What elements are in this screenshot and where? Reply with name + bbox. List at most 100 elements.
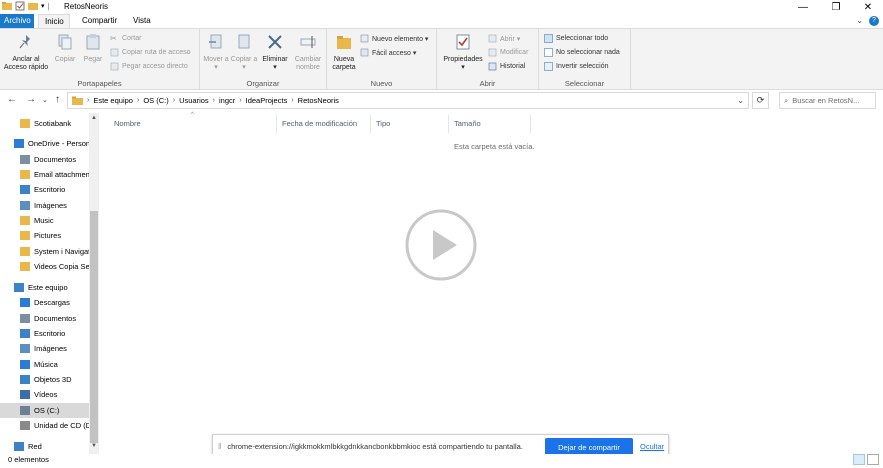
- customize-toolbar-icon[interactable]: ▾: [41, 2, 45, 10]
- delete-icon: [268, 35, 282, 49]
- organize-group-label: Organizar: [246, 79, 280, 88]
- column-header-name[interactable]: Nombre: [114, 119, 141, 128]
- paste-shortcut-icon: [110, 62, 119, 71]
- paste-shortcut-button[interactable]: Pegar acceso directo: [110, 62, 188, 71]
- address-dropdown-icon[interactable]: ⌄: [737, 96, 744, 105]
- up-icon[interactable]: ↑: [55, 94, 60, 105]
- delete-button[interactable]: Eliminar ▾: [260, 33, 290, 72]
- copy-to-button[interactable]: Copiar a ▾: [230, 33, 258, 72]
- copy-path-button[interactable]: Copiar ruta de acceso: [110, 48, 190, 57]
- sidebar-item[interactable]: Escritorio: [0, 326, 89, 341]
- sidebar-item[interactable]: Documentos: [0, 311, 89, 326]
- open-button[interactable]: Abrir ▾: [488, 34, 520, 43]
- sidebar-item[interactable]: Imágenes: [0, 341, 89, 356]
- paste-button[interactable]: Pegar: [80, 33, 106, 64]
- back-icon[interactable]: ←: [7, 94, 17, 105]
- breadcrumb-retosneoris[interactable]: RetosNeoris: [298, 96, 339, 105]
- column-header-type[interactable]: Tipo: [376, 119, 390, 128]
- tab-share[interactable]: Compartir: [76, 14, 123, 28]
- breadcrumb-ideaprojects[interactable]: IdeaProjects: [246, 96, 288, 105]
- invert-selection-label: Invertir selección: [556, 63, 609, 70]
- new-folder-button[interactable]: Nueva carpeta: [329, 33, 359, 72]
- address-bar[interactable]: › Este equipo › OS (C:) › Usuarios › ing…: [67, 92, 749, 109]
- tab-view[interactable]: Vista: [127, 14, 157, 28]
- sidebar-scrollbar[interactable]: ▲ ▼: [89, 113, 99, 454]
- scroll-up-icon[interactable]: ▲: [89, 115, 99, 121]
- column-separator[interactable]: [276, 115, 277, 133]
- invert-selection-button[interactable]: Invertir selección: [544, 62, 609, 71]
- rename-label: Cambiar nombre: [294, 56, 322, 71]
- drag-handle-icon[interactable]: ‖: [218, 442, 221, 451]
- easy-access-button[interactable]: Fácil acceso ▾: [360, 48, 416, 57]
- large-icons-view-icon[interactable]: [867, 454, 879, 465]
- history-button[interactable]: Historial: [488, 62, 525, 71]
- sidebar-item[interactable]: Objetos 3D: [0, 372, 89, 387]
- tab-home[interactable]: Inicio: [38, 14, 70, 28]
- properties-icon[interactable]: [15, 1, 25, 11]
- breadcrumb-usuarios[interactable]: Usuarios: [179, 96, 209, 105]
- ribbon: Anclar al Acceso rápido Copiar Pegar ✂ C…: [0, 28, 883, 90]
- sidebar-item[interactable]: Email attachmen: [0, 167, 89, 182]
- sidebar-item[interactable]: Scotiabank: [0, 116, 89, 131]
- minimize-button[interactable]: —: [788, 0, 818, 14]
- refresh-button[interactable]: ⟳: [752, 92, 769, 109]
- sidebar-item[interactable]: Imágenes: [0, 198, 89, 213]
- edit-button[interactable]: Modificar: [488, 48, 528, 57]
- ribbon-collapse-icon[interactable]: ⌄: [856, 16, 863, 25]
- sidebar-item[interactable]: Escritorio: [0, 182, 89, 197]
- hide-link[interactable]: Ocultar: [640, 442, 664, 451]
- column-header-modified[interactable]: Fecha de modificación: [282, 119, 357, 128]
- breadcrumb-este-equipo[interactable]: Este equipo: [93, 96, 133, 105]
- column-separator[interactable]: [448, 115, 449, 133]
- scrollbar-thumb[interactable]: [90, 211, 98, 443]
- invert-selection-icon: [544, 62, 553, 71]
- sidebar-item[interactable]: Red: [0, 439, 89, 454]
- open-group-label: Abrir: [479, 79, 496, 88]
- details-view-icon[interactable]: [853, 454, 865, 465]
- properties-button[interactable]: Propiedades ▾: [441, 33, 485, 72]
- copy-label: Copiar: [54, 56, 76, 63]
- sidebar-item[interactable]: Videos Copia Seg: [0, 259, 89, 274]
- sidebar-item-label: Documentos: [34, 155, 77, 164]
- select-group-label: Seleccionar: [564, 79, 605, 88]
- help-icon[interactable]: ?: [869, 16, 879, 26]
- cut-button[interactable]: ✂ Cortar: [110, 34, 141, 43]
- restore-button[interactable]: ❐: [821, 0, 851, 14]
- sidebar-item[interactable]: OneDrive - Person: [0, 136, 89, 151]
- move-to-button[interactable]: Mover a ▾: [202, 33, 230, 72]
- sidebar-item[interactable]: Vídeos: [0, 387, 89, 402]
- play-icon[interactable]: [404, 208, 478, 282]
- sidebar-item[interactable]: Documentos: [0, 152, 89, 167]
- breadcrumb-os-c[interactable]: OS (C:): [143, 96, 168, 105]
- new-folder-icon[interactable]: [28, 1, 38, 11]
- close-button[interactable]: ✕: [853, 0, 883, 14]
- select-none-button[interactable]: No seleccionar nada: [544, 48, 620, 57]
- new-item-button[interactable]: Nuevo elemento ▾: [360, 34, 428, 43]
- copy-button[interactable]: Copiar: [52, 33, 78, 64]
- new-item-label: Nuevo elemento ▾: [372, 35, 429, 43]
- sidebar-item[interactable]: Pictures: [0, 228, 89, 243]
- column-separator[interactable]: [530, 115, 531, 133]
- column-separator[interactable]: [370, 115, 371, 133]
- pictures-icon: [20, 201, 30, 210]
- sidebar-item[interactable]: Este equipo: [0, 280, 89, 295]
- rename-button[interactable]: Cambiar nombre: [292, 33, 324, 72]
- sidebar-item[interactable]: OS (C:): [0, 403, 89, 418]
- sidebar-item[interactable]: Descargas: [0, 295, 89, 310]
- scroll-down-icon[interactable]: ▼: [89, 443, 99, 449]
- sidebar-item[interactable]: Música: [0, 357, 89, 372]
- sidebar-item[interactable]: Music: [0, 213, 89, 228]
- breadcrumb-ingcr[interactable]: ingcr: [219, 96, 235, 105]
- pin-quick-access-button[interactable]: Anclar al Acceso rápido: [2, 33, 50, 72]
- tab-file[interactable]: Archivo: [0, 14, 34, 28]
- open-label: Abrir ▾: [500, 35, 521, 43]
- quick-access-toolbar: ▾ |: [2, 1, 50, 11]
- recent-locations-icon[interactable]: ⌄: [42, 96, 48, 104]
- search-input[interactable]: ⌕ Buscar en RetosN...: [779, 92, 876, 109]
- sidebar-item[interactable]: Unidad de CD (D: [0, 418, 89, 433]
- forward-icon[interactable]: →: [26, 94, 36, 105]
- sidebar-item[interactable]: System i Navigat: [0, 244, 89, 259]
- column-header-size[interactable]: Tamaño: [454, 119, 481, 128]
- drive-icon: [20, 406, 30, 415]
- select-all-button[interactable]: Seleccionar todo: [544, 34, 608, 43]
